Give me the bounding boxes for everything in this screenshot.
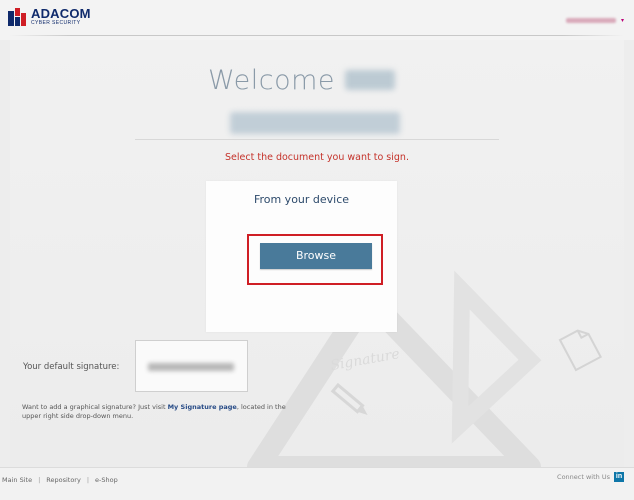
my-signature-page-link[interactable]: My Signature page [168, 403, 237, 411]
footer-separator: | [38, 476, 41, 484]
main-content: Signature Welcome Select the document yo… [10, 40, 624, 467]
footer-link-eshop[interactable]: e-Shop [95, 476, 118, 484]
user-name-redacted [565, 17, 616, 23]
signature-value-redacted [148, 363, 234, 371]
from-device-panel: From your device Browse [206, 181, 397, 332]
info-text-before: Want to add a graphical signature? Just … [22, 403, 168, 411]
user-menu[interactable]: ▾ [565, 10, 624, 30]
linkedin-icon[interactable]: in [614, 472, 624, 482]
user-first-name-redacted [345, 70, 396, 90]
browse-button[interactable]: Browse [260, 243, 372, 269]
document-icon [558, 329, 603, 372]
chevron-down-icon: ▾ [620, 16, 624, 24]
welcome-heading: Welcome [208, 62, 396, 98]
heading-divider [135, 139, 499, 140]
header-divider [10, 35, 624, 36]
welcome-text: Welcome [208, 64, 336, 96]
top-header: ADACOM CYBER SECURITY ▾ [0, 0, 634, 40]
default-signature-label: Your default signature: [23, 362, 120, 372]
signature-info-text: Want to add a graphical signature? Just … [22, 403, 302, 421]
footer-link-main-site[interactable]: Main Site [2, 476, 32, 484]
brand-name: ADACOM [31, 6, 91, 21]
footer: Main Site | Repository | e-Shop Connect … [0, 467, 634, 500]
pencil-icon [330, 382, 368, 416]
connect-label: Connect with Us [557, 473, 610, 481]
select-document-instruction: Select the document you want to sign. [225, 152, 409, 163]
from-device-title: From your device [253, 193, 350, 206]
footer-separator: | [86, 476, 90, 484]
adacom-logo[interactable]: ADACOM CYBER SECURITY [8, 6, 108, 32]
connect-with-us: Connect with Us in [557, 472, 624, 482]
user-full-name-redacted [230, 112, 400, 134]
default-signature-box [135, 340, 248, 392]
footer-link-repository[interactable]: Repository [46, 476, 81, 484]
adacom-logo-icon [8, 8, 26, 26]
brand-tagline: CYBER SECURITY [31, 20, 81, 26]
footer-links: Main Site | Repository | e-Shop [2, 476, 118, 484]
